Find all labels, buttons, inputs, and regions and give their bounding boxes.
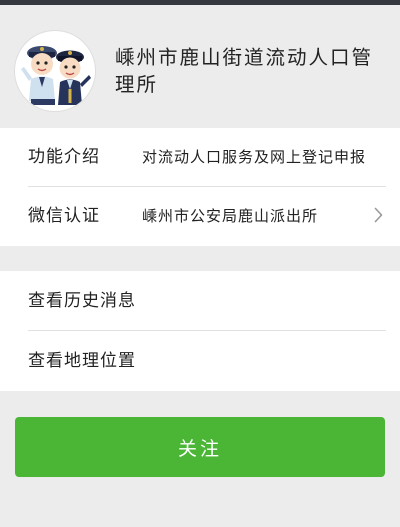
chevron-right-icon (374, 207, 383, 223)
actions-section: 查看历史消息 查看地理位置 (0, 271, 400, 391)
police-officers-cartoon-icon (21, 46, 91, 105)
wechat-verification-row[interactable]: 微信认证 嵊州市公安局鹿山派出所 (0, 187, 400, 246)
wechat-verification-label: 微信认证 (28, 206, 100, 226)
wechat-verification-value: 嵊州市公安局鹿山派出所 (142, 207, 319, 225)
avatar[interactable] (15, 31, 95, 111)
function-intro-value: 对流动人口服务及网上登记申报 (142, 148, 367, 166)
function-intro-row: 功能介绍 对流动人口服务及网上登记申报 (0, 128, 400, 187)
geo-location-row[interactable]: 查看地理位置 (0, 331, 400, 391)
info-section: 功能介绍 对流动人口服务及网上登记申报 微信认证 嵊州市公安局鹿山派出所 (0, 128, 400, 246)
profile-header: 嵊州市鹿山街道流动人口管理所 (0, 5, 400, 128)
history-messages-label: 查看历史消息 (28, 291, 136, 311)
account-name: 嵊州市鹿山街道流动人口管理所 (115, 46, 374, 96)
geo-location-label: 查看地理位置 (28, 351, 136, 371)
follow-button[interactable]: 关注 (15, 417, 385, 477)
history-messages-row[interactable]: 查看历史消息 (0, 271, 400, 331)
function-intro-label: 功能介绍 (28, 147, 100, 167)
